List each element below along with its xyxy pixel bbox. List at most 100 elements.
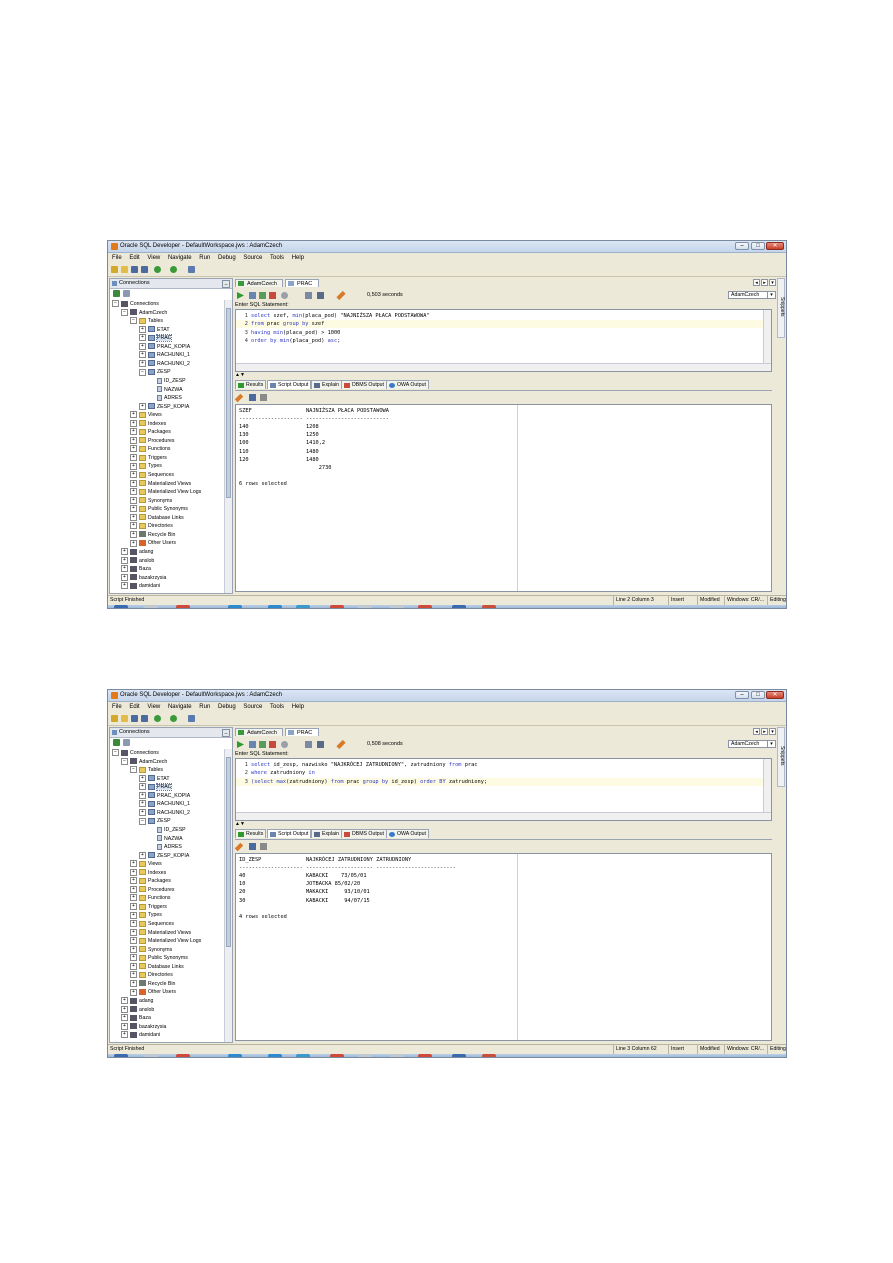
minimize-button[interactable]: – <box>735 691 749 699</box>
expand-icon[interactable]: + <box>139 774 146 782</box>
open-icon[interactable] <box>121 715 128 722</box>
collapse-icon[interactable]: − <box>139 368 146 376</box>
close-button[interactable]: ✕ <box>766 691 784 699</box>
tab-script-output[interactable]: Script Output <box>267 380 312 389</box>
tree-item[interactable]: − Connections <box>112 300 159 308</box>
debug-icon[interactable] <box>188 266 195 273</box>
expand-icon[interactable]: + <box>121 556 128 564</box>
expand-icon[interactable]: + <box>130 903 137 911</box>
tree-item[interactable]: + Materialized Views <box>130 928 191 937</box>
connections-tab[interactable]: Connections _ <box>110 279 232 289</box>
tree-item[interactable]: + Directories <box>130 522 173 530</box>
rollback-icon[interactable] <box>269 292 276 299</box>
sql-line[interactable]: 3 (select max(zatrudniony) from prac grou… <box>236 777 764 786</box>
expand-icon[interactable]: + <box>130 488 137 496</box>
tree-item[interactable]: + Database Links <box>130 513 184 522</box>
expand-icon[interactable]: + <box>139 325 146 333</box>
tab-adamczech[interactable]: AdamCzech <box>235 279 283 287</box>
tree-item[interactable]: + bazakrzysia <box>121 1022 166 1031</box>
tree-scrollbar[interactable] <box>224 749 232 1042</box>
back-icon[interactable] <box>154 715 161 722</box>
cancel-icon[interactable] <box>281 741 288 748</box>
new-icon[interactable] <box>111 266 118 273</box>
tree-item[interactable]: + Packages <box>130 428 171 436</box>
expand-icon[interactable]: + <box>139 800 146 808</box>
editor-vertical-scrollbar[interactable] <box>763 310 771 364</box>
expand-icon[interactable]: + <box>139 334 146 342</box>
tab-owa-output[interactable]: OWA Output <box>386 380 429 389</box>
tab-left-icon[interactable]: ◂ <box>753 279 760 286</box>
tab-right-icon[interactable]: ▸ <box>761 728 768 735</box>
save-output-icon[interactable] <box>249 843 256 850</box>
tree-item[interactable]: + Functions <box>130 445 171 453</box>
menu-run[interactable]: Run <box>199 253 210 263</box>
expand-icon[interactable]: + <box>130 471 137 479</box>
expand-icon[interactable]: + <box>121 1031 128 1039</box>
editor-horizontal-scrollbar[interactable] <box>236 363 771 371</box>
tree-item[interactable]: + Baza <box>121 1014 151 1022</box>
sql-line[interactable]: 1 select szef, min(placa_pod) "NAJNIŻSZA … <box>236 312 764 320</box>
clear-icon[interactable] <box>336 290 346 301</box>
expand-icon[interactable]: + <box>130 539 137 547</box>
tree-item[interactable]: + PRAC_KOPIA <box>139 791 190 800</box>
expand-icon[interactable]: + <box>130 979 137 987</box>
expand-icon[interactable]: + <box>130 928 137 936</box>
tree-item[interactable]: + ETAT <box>139 774 170 783</box>
menu-source[interactable]: Source <box>243 253 262 263</box>
expand-icon[interactable]: + <box>130 954 137 962</box>
expand-icon[interactable]: + <box>130 496 137 504</box>
connection-select[interactable]: AdamCzech ▾ <box>728 291 776 299</box>
tree-item[interactable]: + damidani <box>121 582 160 590</box>
run-statement-icon[interactable] <box>237 292 244 299</box>
tree-item[interactable]: ADRES <box>148 394 182 402</box>
sql-line[interactable]: 3 having min(placa_pod) > 1000 <box>236 329 764 337</box>
menu-view[interactable]: View <box>147 702 160 712</box>
expand-icon[interactable]: + <box>139 402 146 410</box>
minimize-panel-icon[interactable]: _ <box>222 729 230 737</box>
tree-item[interactable]: + PRAC <box>139 334 173 343</box>
minimize-panel-icon[interactable]: _ <box>222 280 230 288</box>
expand-icon[interactable]: + <box>130 877 137 885</box>
save-output-icon[interactable] <box>249 394 256 401</box>
expand-icon[interactable]: + <box>130 911 137 919</box>
run-statement-icon[interactable] <box>237 741 244 748</box>
rollback-icon[interactable] <box>269 741 276 748</box>
tree-item[interactable]: + Synonyms <box>130 945 172 954</box>
expand-icon[interactable]: + <box>130 513 137 521</box>
tree-item[interactable]: − ZESP <box>139 817 171 825</box>
tree-item[interactable]: + Public Synonyms <box>130 954 188 962</box>
tree-item[interactable]: + Views <box>130 411 162 419</box>
collapse-icon[interactable]: − <box>130 317 137 325</box>
sql-editor[interactable]: 1 select id_zesp, nazwisko "NAJKRÓCEJ ZAT… <box>235 758 772 821</box>
tree-item[interactable]: + adang <box>121 997 153 1005</box>
save-all-icon[interactable] <box>141 715 148 722</box>
snippets-panel[interactable]: Snippets <box>777 727 785 787</box>
tab-explain[interactable]: Explain <box>311 380 343 389</box>
sql-editor[interactable]: 1 select szef, min(placa_pod) "NAJNIŻSZA … <box>235 309 772 372</box>
back-icon[interactable] <box>154 266 161 273</box>
expand-icon[interactable]: + <box>130 920 137 928</box>
eraser-icon[interactable] <box>234 393 244 403</box>
sql-line[interactable]: 2 from prac group by szef <box>236 320 764 329</box>
connection-select[interactable]: AdamCzech ▾ <box>728 740 776 748</box>
expand-icon[interactable]: + <box>121 565 128 573</box>
expand-icon[interactable]: + <box>130 419 137 427</box>
run-script-icon[interactable] <box>249 292 256 299</box>
expand-icon[interactable]: + <box>139 359 146 367</box>
menu-help[interactable]: Help <box>292 253 304 263</box>
expand-icon[interactable]: + <box>121 548 128 556</box>
menu-edit[interactable]: Edit <box>129 253 139 263</box>
expand-icon[interactable]: + <box>130 868 137 876</box>
collapse-icon[interactable]: − <box>112 300 119 308</box>
expand-icon[interactable]: + <box>121 1005 128 1013</box>
tree-item[interactable]: + damidani <box>121 1031 160 1039</box>
tree-item[interactable]: + Database Links <box>130 962 184 971</box>
expand-icon[interactable]: + <box>130 894 137 902</box>
chevron-down-icon[interactable]: ▾ <box>767 292 775 299</box>
collapse-icon[interactable]: − <box>139 817 146 825</box>
tree-item[interactable]: + PRAC_KOPIA <box>139 342 190 351</box>
cancel-icon[interactable] <box>281 292 288 299</box>
menu-run[interactable]: Run <box>199 702 210 712</box>
menu-navigate[interactable]: Navigate <box>168 702 192 712</box>
print-icon[interactable] <box>260 843 267 850</box>
